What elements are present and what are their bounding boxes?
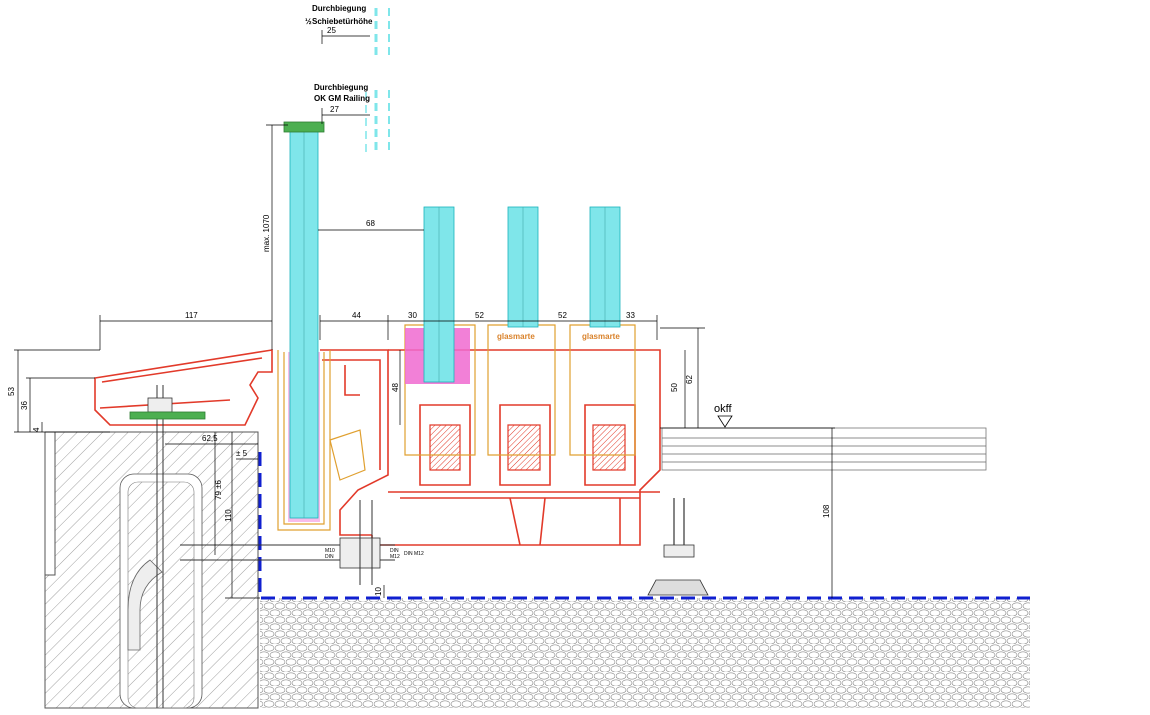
dim-36: 36 [20, 401, 29, 410]
deflection-glass-ghosts [365, 8, 390, 155]
glass-sliding-pane-3 [589, 206, 621, 328]
dim-53: 53 [7, 387, 16, 396]
dim-33: 33 [626, 311, 635, 320]
label-ok-gm-railing: OK GM Railing [314, 94, 370, 103]
dim-5: ± 5 [236, 449, 248, 458]
glass-sliding-pane-2 [507, 206, 539, 328]
dim-44: 44 [352, 311, 361, 320]
label-schiebe-fraction: ½ [305, 17, 312, 26]
label-bolt-right-3: DIN M12 [404, 551, 424, 557]
dim-52a: 52 [475, 311, 484, 320]
label-brand-1: glasmarte [497, 332, 535, 341]
dim-52b: 52 [558, 311, 567, 320]
label-schiebetuerhoehe: Schiebetürhöhe [312, 17, 373, 26]
dim-30: 30 [408, 311, 417, 320]
label-durchbiegung-2: Durchbiegung [314, 83, 368, 92]
floor-finish [661, 427, 987, 471]
dim-4: 4 [32, 427, 41, 432]
glass-railing-pane [283, 121, 325, 519]
dim-50: 50 [670, 383, 679, 392]
dim-68: 68 [366, 219, 375, 228]
waterproofing-membrane [258, 452, 1030, 600]
label-bolt-right-2: M12 [390, 554, 400, 560]
dim-62-5: 62,5 [202, 434, 218, 443]
dim-117: 117 [185, 311, 198, 320]
leveling-foot [647, 498, 709, 596]
dim-79: 79 ±6 [214, 479, 223, 500]
dim-62: 62 [685, 375, 694, 384]
label-brand-2: glasmarte [582, 332, 620, 341]
dim-27: 27 [330, 105, 339, 114]
dim-48: 48 [391, 383, 400, 392]
dim-108: 108 [822, 504, 831, 518]
glass-sliding-pane-1 [423, 206, 455, 383]
label-durchbiegung-1: Durchbiegung [312, 4, 366, 13]
concrete-wall [44, 431, 259, 709]
dim-max-1070: max. 1070 [262, 214, 271, 252]
railing-section-drawing: Durchbiegung ½ Schiebetürhöhe Durchbiegu… [7, 4, 1030, 709]
dim-110: 110 [224, 509, 233, 522]
dim-25: 25 [327, 26, 336, 35]
gravel-bed [260, 598, 1030, 708]
label-okff: okff [714, 403, 732, 415]
dim-10: 10 [374, 587, 383, 596]
label-bolt-left-2: DIN [325, 554, 334, 560]
